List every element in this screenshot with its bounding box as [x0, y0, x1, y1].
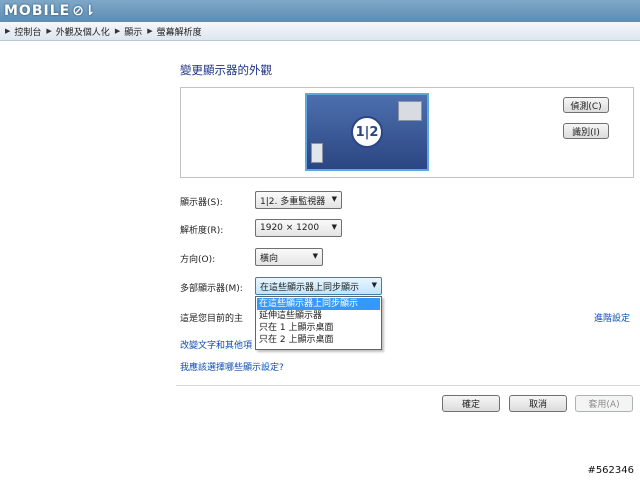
breadcrumb-item[interactable]: ▶ 控制台	[0, 25, 41, 38]
orientation-label: 方向(O):	[180, 255, 216, 265]
breadcrumb-item[interactable]: ▶ 外觀及個人化	[41, 25, 109, 38]
ok-button[interactable]: 確定	[442, 395, 500, 412]
window-icon	[398, 101, 422, 121]
orientation-dropdown[interactable]: 橫向 ▼	[255, 248, 323, 266]
breadcrumb-label: 控制台	[14, 27, 42, 38]
orientation-value: 橫向	[260, 253, 279, 264]
caret-down-icon: ▼	[312, 252, 318, 260]
menu-item-only-1[interactable]: 只在 1 上顯示桌面	[257, 322, 380, 334]
logo-text: MOBILE	[4, 3, 71, 19]
watermark-text: #562346	[587, 465, 634, 476]
document-icon	[311, 143, 323, 163]
resolution-dropdown[interactable]: 1920 × 1200 ▼	[255, 219, 342, 237]
resolution-value: 1920 × 1200	[260, 223, 320, 233]
logo-mark-icon: ⊘⇂	[72, 3, 96, 19]
chevron-right-icon: ▶	[114, 27, 121, 35]
menu-item-only-2[interactable]: 只在 2 上顯示桌面	[257, 334, 380, 346]
breadcrumb: ▶ 控制台 ▶ 外觀及個人化 ▶ 顯示 ▶ 螢幕解析度	[0, 22, 640, 41]
multiple-displays-value: 在這些顯示器上同步顯示	[260, 282, 360, 293]
advanced-settings-link[interactable]: 進階設定	[594, 311, 630, 324]
multiple-displays-menu: 在這些顯示器上同步顯示 延伸這些顯示器 只在 1 上顯示桌面 只在 2 上顯示桌…	[255, 296, 382, 350]
text-size-link[interactable]: 改變文字和其他項	[180, 338, 252, 351]
display-help-link[interactable]: 我應該選擇哪些顯示設定?	[180, 360, 284, 373]
multiple-displays-label: 多部顯示器(M):	[180, 284, 243, 294]
divider	[176, 385, 640, 386]
breadcrumb-item[interactable]: ▶ 螢幕解析度	[142, 25, 201, 38]
menu-item-duplicate[interactable]: 在這些顯示器上同步顯示	[257, 298, 380, 310]
breadcrumb-label: 外觀及個人化	[55, 27, 110, 38]
resolution-label: 解析度(R):	[180, 226, 224, 236]
display-label: 顯示器(S):	[180, 198, 223, 208]
caret-down-icon: ▼	[331, 223, 337, 231]
chevron-right-icon: ▶	[46, 27, 52, 35]
monitor-number-badge: 1|2	[351, 116, 383, 148]
breadcrumb-label: 螢幕解析度	[156, 27, 202, 38]
breadcrumb-label: 顯示	[124, 27, 143, 38]
site-logo: MOBILE ⊘⇂	[4, 2, 96, 20]
menu-item-extend[interactable]: 延伸這些顯示器	[257, 310, 380, 322]
display-value: 1|2. 多重監視器	[260, 196, 326, 207]
page-title: 變更顯示器的外觀	[180, 63, 272, 77]
top-banner: MOBILE ⊘⇂	[0, 0, 640, 22]
apply-button[interactable]: 套用(A)	[575, 395, 633, 412]
breadcrumb-item[interactable]: ▶ 顯示	[110, 25, 142, 38]
current-theme-text: 這是您目前的主	[180, 314, 244, 324]
identify-button[interactable]: 識別(I)	[563, 123, 609, 139]
caret-down-icon: ▼	[371, 281, 377, 289]
caret-down-icon: ▼	[331, 195, 337, 203]
multiple-displays-dropdown[interactable]: 在這些顯示器上同步顯示 ▼	[255, 277, 382, 295]
monitor-thumbnail[interactable]: 1|2	[305, 93, 429, 171]
cancel-button[interactable]: 取消	[509, 395, 567, 412]
chevron-right-icon: ▶	[5, 27, 11, 35]
detect-button[interactable]: 偵測(C)	[563, 97, 609, 113]
display-dropdown[interactable]: 1|2. 多重監視器 ▼	[255, 191, 342, 209]
chevron-right-icon: ▶	[147, 27, 153, 35]
